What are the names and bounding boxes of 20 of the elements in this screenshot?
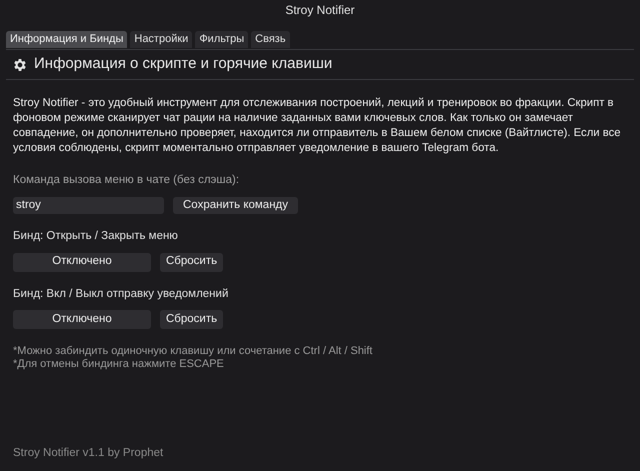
hint-note: *Можно забиндить одиночную клавишу или сочетание с Ctrl / Alt / Shift: [13, 344, 374, 358]
reset-button[interactable]: Сбросить: [160, 310, 224, 329]
save-command-button[interactable]: Сохранить команду: [173, 197, 298, 214]
settings-icon: [12, 56, 28, 72]
command-input[interactable]: stroy: [13, 197, 164, 214]
tab[interactable]: Связь: [251, 31, 290, 48]
command-label: Команда вызова меню в чате (без слэша):: [13, 173, 240, 188]
tab[interactable]: Фильтры: [195, 31, 248, 48]
bind-key-button[interactable]: Отключено: [13, 252, 151, 272]
bind-key-button[interactable]: Отключено: [13, 310, 151, 329]
hint-note: *Для отмены биндинга нажмите ESCAPE: [13, 358, 225, 371]
reset-button[interactable]: Сбросить: [160, 252, 224, 272]
description: Stroy Notifier - это удобный инструмент для отслеживания построений, лекций и тренировок во фракции. Скрипт в фоновом режиме сканирует чат рации на наличие заданных вами ключевых слов. Как только он замечает совпадение, он дополнительно проверяет, находится ли отправитель в Вашем белом списке (Вайтлисте). Если все условия соблюдены, скрипт моментально отправляет уведомление в вашего Telegram бота.: [13, 96, 622, 156]
tab[interactable]: Информация и Бинды: [6, 31, 128, 48]
window-title: Stroy Notifier: [285, 2, 355, 19]
version-footer: Stroy Notifier v1.1 by Prophet: [13, 447, 164, 459]
bind-label: Бинд: Открыть / Закрыть меню: [13, 229, 179, 244]
section-title: Информация о скрипте и горячие клавиши: [34, 54, 332, 74]
bind-label: Бинд: Вкл / Выкл отправку уведомлений: [13, 286, 230, 302]
tab[interactable]: Настройки: [130, 31, 192, 48]
